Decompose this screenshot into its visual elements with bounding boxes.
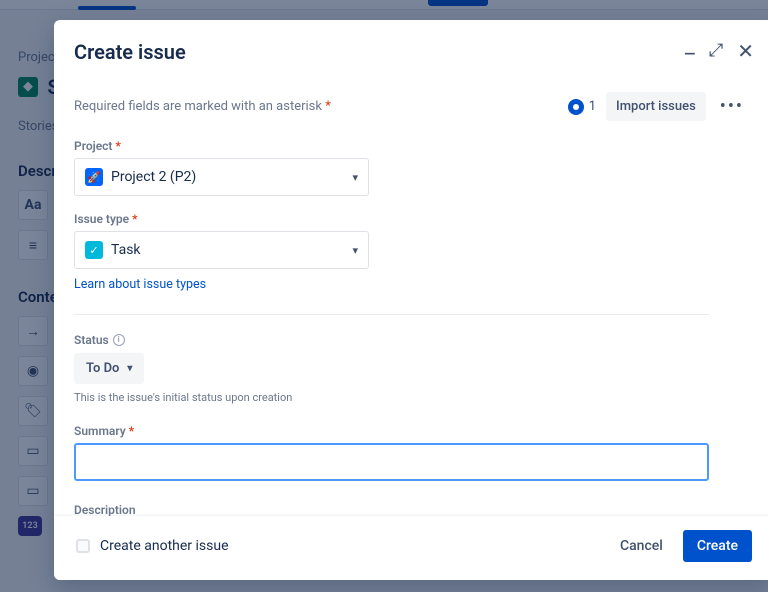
learn-issue-types-link[interactable]: Learn about issue types (74, 277, 206, 292)
info-icon[interactable]: i (113, 334, 125, 346)
create-another-checkbox[interactable]: Create another issue (76, 538, 229, 554)
project-rocket-icon: 🚀 (85, 168, 103, 186)
cancel-button[interactable]: Cancel (610, 530, 673, 562)
description-label: Description (74, 503, 709, 516)
chevron-down-icon: ▾ (352, 244, 358, 257)
summary-input[interactable] (74, 443, 709, 481)
close-icon[interactable]: ✕ (737, 41, 754, 61)
modal-footer: Create another issue Cancel Create (54, 516, 768, 580)
status-label: Status i (74, 333, 709, 347)
more-actions-icon[interactable]: ••• (716, 96, 748, 117)
required-hint: Required fields are marked with an aster… (74, 99, 331, 114)
create-button[interactable]: Create (683, 530, 752, 562)
chevron-down-icon: ▾ (127, 363, 132, 374)
modal-title: Create issue (74, 40, 748, 64)
issue-type-select[interactable]: ✓ Task ▾ (74, 231, 369, 269)
summary-label: Summary * (74, 424, 709, 438)
section-divider (74, 314, 709, 315)
issue-type-value: Task (111, 242, 141, 258)
status-select[interactable]: To Do ▾ (74, 353, 144, 384)
issue-type-label: Issue type * (74, 212, 369, 226)
minimize-icon[interactable]: _ (685, 36, 695, 58)
eye-icon (568, 99, 584, 115)
chevron-down-icon: ▾ (352, 171, 358, 184)
project-select[interactable]: 🚀 Project 2 (P2) ▾ (74, 158, 369, 196)
import-issues-button[interactable]: Import issues (606, 92, 706, 121)
project-value: Project 2 (P2) (111, 169, 196, 185)
status-hint: This is the issue's initial status upon … (74, 391, 709, 404)
watchers-count[interactable]: 1 (568, 99, 596, 115)
task-check-icon: ✓ (85, 241, 103, 259)
expand-icon[interactable]: ⤢ (709, 42, 723, 60)
create-issue-modal: Create issue _ ⤢ ✕ Required fields are m… (54, 20, 768, 580)
project-label: Project * (74, 139, 369, 153)
checkbox-icon (76, 539, 90, 553)
